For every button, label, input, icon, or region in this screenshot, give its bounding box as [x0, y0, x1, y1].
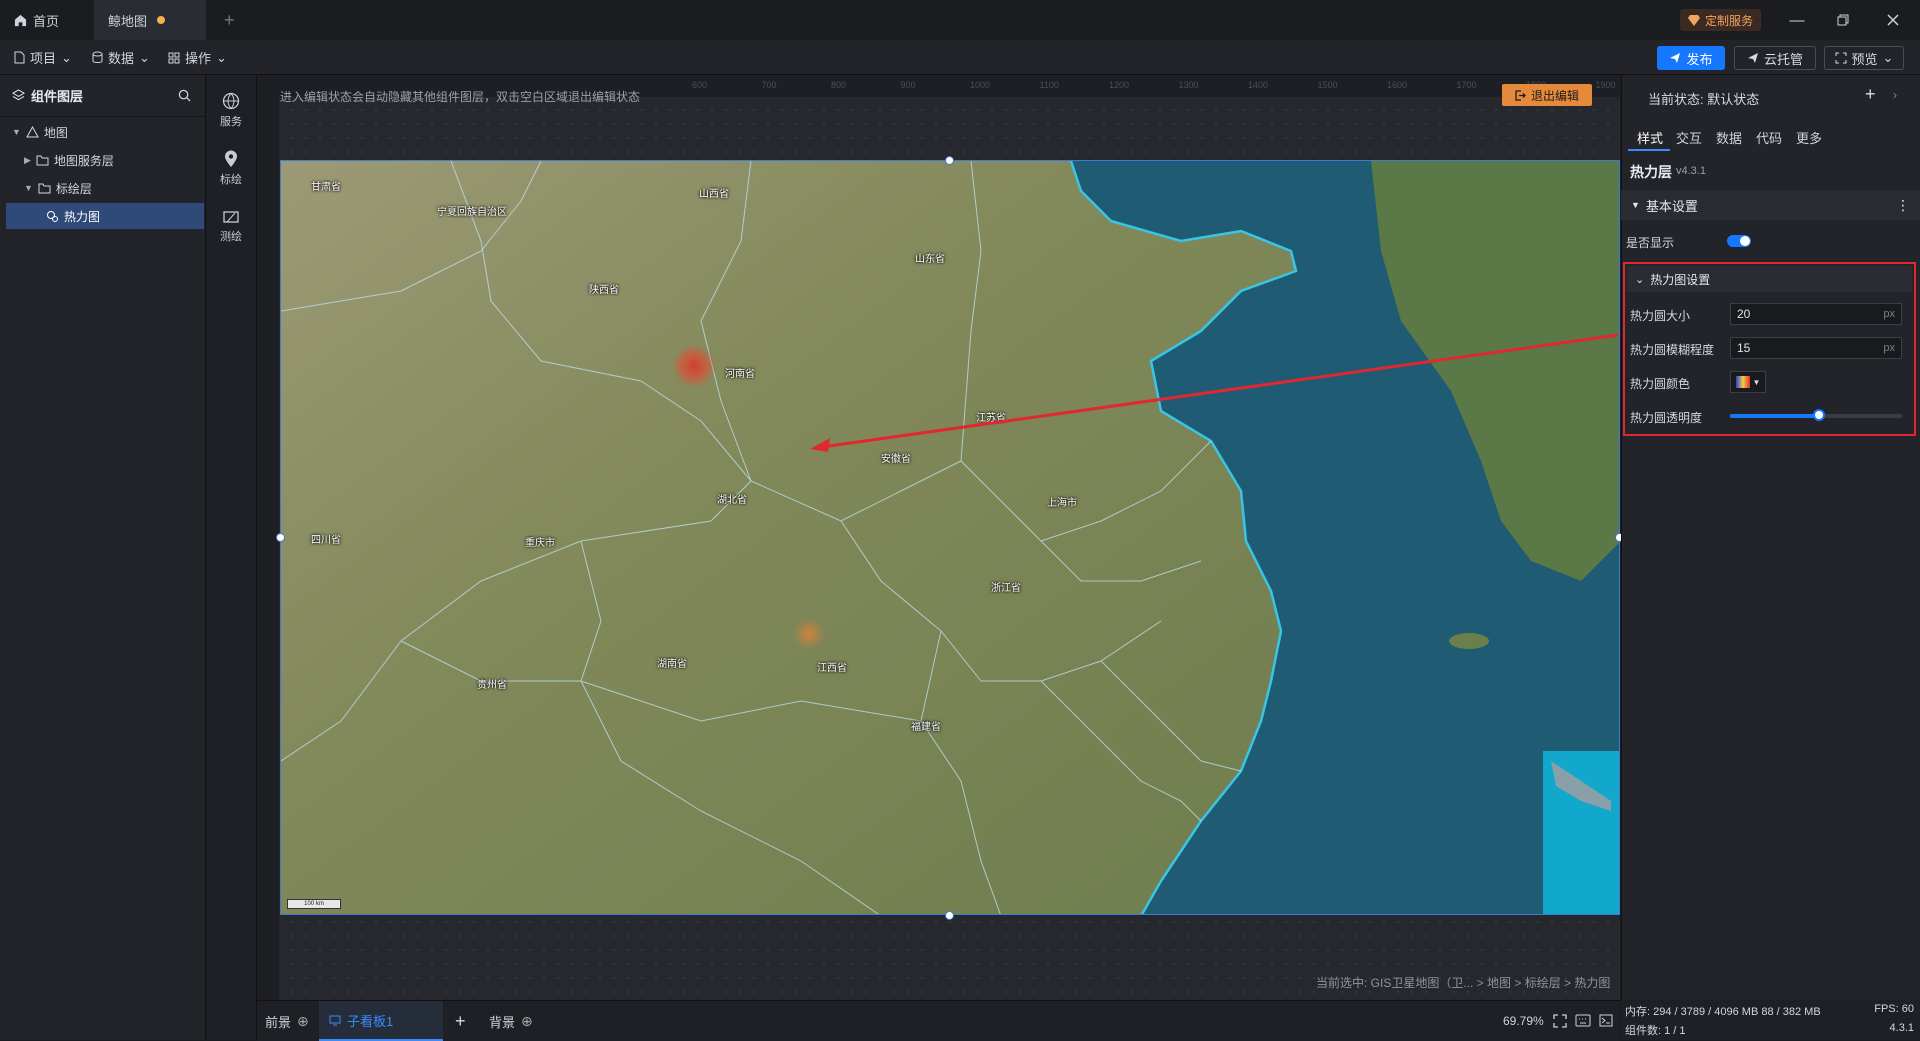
radius-label: 热力圆大小	[1630, 309, 1691, 323]
caret-down-icon: ▼	[1631, 200, 1640, 210]
add-board-button[interactable]: +	[455, 1001, 466, 1041]
tab-foreground-label: 前景	[265, 1014, 292, 1030]
tab-background-label: 背景	[489, 1014, 516, 1030]
status-bar: 内存: 294 / 3789 / 4096 MB 88 / 382 MB FPS…	[1621, 1000, 1920, 1040]
blur-value: 15	[1737, 341, 1751, 355]
memory-status: 内存: 294 / 3789 / 4096 MB 88 / 382 MB	[1625, 1006, 1821, 1018]
tab-interaction[interactable]: 交互	[1676, 128, 1702, 147]
selection-breadcrumb: 当前选中: GIS卫星地图（卫... > 地图 > 标绘层 > 热力图	[1316, 976, 1611, 990]
add-state-button[interactable]: +	[1865, 84, 1876, 105]
tab-code[interactable]: 代码	[1756, 128, 1782, 147]
keyboard-icon[interactable]	[1575, 1014, 1591, 1027]
chevron-right-icon[interactable]: ›	[1893, 88, 1897, 102]
show-label: 是否显示	[1626, 236, 1675, 250]
tab-more[interactable]: 更多	[1796, 128, 1822, 147]
current-state[interactable]: 当前状态: 默认状态	[1648, 89, 1759, 108]
tab-style[interactable]: 样式	[1637, 128, 1663, 147]
tab-foreground[interactable]: 前景 ⊕	[265, 1001, 309, 1041]
tab-sub-board-label: 子看板1	[347, 1013, 394, 1029]
component-count: 组件数: 1 / 1	[1625, 1025, 1686, 1037]
app-version: 4.3.1	[1889, 1022, 1914, 1034]
fps-status: FPS: 60	[1874, 1003, 1914, 1015]
section-basic-title: 基本设置	[1645, 198, 1698, 214]
radius-input[interactable]: 20 px	[1730, 303, 1902, 325]
tab-data[interactable]: 数据	[1716, 128, 1742, 147]
more-vertical-icon[interactable]: ⋮	[1896, 197, 1910, 214]
add-circle-icon[interactable]: ⊕	[297, 1013, 309, 1030]
chevron-down-icon: ⌄	[1635, 273, 1645, 286]
fit-screen-icon[interactable]	[1553, 1014, 1567, 1028]
section-heat-title: 热力图设置	[1650, 272, 1711, 287]
radius-unit: px	[1883, 308, 1895, 320]
color-label: 热力圆颜色	[1630, 377, 1691, 391]
monitor-icon	[329, 1015, 341, 1025]
terminal-icon[interactable]	[1599, 1014, 1613, 1027]
show-toggle[interactable]	[1727, 235, 1751, 247]
radius-value: 20	[1737, 307, 1751, 321]
heat-color-picker[interactable]: ▼	[1730, 371, 1766, 393]
layer-title: 热力层	[1630, 164, 1672, 180]
opacity-slider-fill	[1730, 414, 1820, 418]
tab-sub-board[interactable]: 子看板1	[319, 1001, 443, 1041]
add-circle-icon[interactable]: ⊕	[521, 1013, 533, 1030]
color-ramp-swatch	[1735, 376, 1750, 388]
section-heat-settings[interactable]: ⌄ 热力图设置	[1627, 266, 1912, 292]
opacity-label: 热力圆透明度	[1630, 411, 1703, 425]
bottom-bar: 前景 ⊕ 子看板1 + 背景 ⊕ 69.79%	[257, 1000, 1620, 1041]
zoom-level[interactable]: 69.79%	[1503, 1014, 1544, 1028]
blur-label: 热力圆模糊程度	[1630, 343, 1715, 357]
blur-input[interactable]: 15 px	[1730, 337, 1902, 359]
active-tab-indicator	[1628, 149, 1670, 151]
caret-down-icon: ▼	[1752, 377, 1761, 387]
layer-version: v4.3.1	[1676, 165, 1706, 177]
tab-background[interactable]: 背景 ⊕	[489, 1001, 533, 1041]
section-basic-settings[interactable]: ▼ 基本设置 ⋮	[1621, 190, 1920, 220]
blur-unit: px	[1883, 342, 1895, 354]
